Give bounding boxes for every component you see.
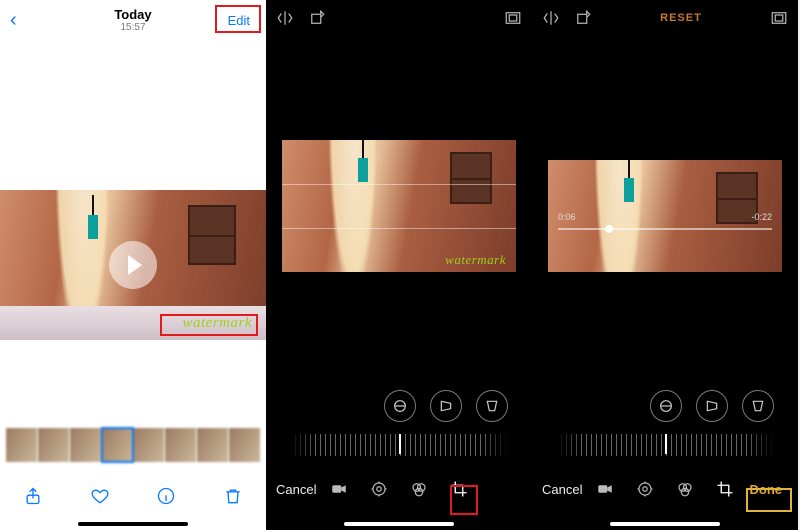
scene-arch xyxy=(594,160,644,272)
editor-bottom-toolbar: Cancel Done xyxy=(532,468,798,510)
share-icon[interactable] xyxy=(23,486,43,506)
reset-button[interactable]: RESET xyxy=(660,12,702,24)
info-icon[interactable] xyxy=(156,486,176,506)
perspective-h-button[interactable] xyxy=(696,390,728,422)
crop-stage: watermark xyxy=(266,140,532,290)
perspective-h-button[interactable] xyxy=(430,390,462,422)
rotate-icon[interactable] xyxy=(308,9,326,27)
aspect-icon[interactable] xyxy=(504,9,522,27)
cancel-button[interactable]: Cancel xyxy=(542,482,582,497)
heart-icon[interactable] xyxy=(90,486,110,506)
adjust-circle-row xyxy=(266,390,532,426)
angle-ruler[interactable] xyxy=(556,434,774,456)
crop-editor-screen: watermark Cancel xyxy=(266,0,532,530)
home-indicator[interactable] xyxy=(610,522,720,526)
crop-stage: 0:06 -0:22 xyxy=(532,160,798,310)
thumb[interactable] xyxy=(70,428,101,462)
cancel-button[interactable]: Cancel xyxy=(276,482,316,497)
thumb[interactable] xyxy=(165,428,196,462)
scene-arch xyxy=(328,140,378,272)
thumb[interactable] xyxy=(6,428,37,462)
crop-handle-br[interactable] xyxy=(502,258,516,272)
trash-icon[interactable] xyxy=(223,486,243,506)
filters-tab-icon[interactable] xyxy=(410,480,428,498)
video-scrubber[interactable]: 0:06 -0:22 xyxy=(558,228,772,230)
crop-frame[interactable]: watermark xyxy=(282,140,516,272)
crop-image[interactable] xyxy=(548,160,782,272)
thumb[interactable] xyxy=(197,428,228,462)
editor-tabs xyxy=(330,480,468,498)
header-title-wrap: Today 15:57 xyxy=(0,7,266,33)
play-button[interactable] xyxy=(109,241,157,289)
watermark-text: watermark xyxy=(445,252,506,268)
watermark-text: watermark xyxy=(183,315,253,332)
crop-tab-icon[interactable] xyxy=(450,480,468,498)
adjust-circle-row xyxy=(532,390,798,426)
editor-topbar xyxy=(266,0,532,36)
rotate-icon[interactable] xyxy=(574,9,592,27)
scene-lamp xyxy=(624,178,634,202)
straighten-button[interactable] xyxy=(384,390,416,422)
scrub-time-current: 0:06 xyxy=(558,212,576,222)
crop-frame[interactable]: 0:06 -0:22 xyxy=(548,160,782,272)
video-tab-icon[interactable] xyxy=(596,480,614,498)
header-title: Today xyxy=(0,7,266,22)
perspective-v-button[interactable] xyxy=(742,390,774,422)
video-preview[interactable]: watermark xyxy=(0,190,266,340)
aspect-icon[interactable] xyxy=(770,9,788,27)
perspective-v-button[interactable] xyxy=(476,390,508,422)
crop-handle-tl[interactable] xyxy=(548,160,562,174)
thumb[interactable] xyxy=(134,428,165,462)
photos-topbar: ‹ Today 15:57 Edit xyxy=(0,0,266,40)
thumb[interactable] xyxy=(229,428,260,462)
editor-topbar: RESET xyxy=(532,0,798,36)
editor-tabs xyxy=(596,480,734,498)
home-indicator[interactable] xyxy=(78,522,188,526)
thumb[interactable] xyxy=(38,428,69,462)
filters-tab-icon[interactable] xyxy=(676,480,694,498)
crop-handle-br[interactable] xyxy=(768,258,782,272)
crop-done-screen: RESET 0:06 -0:22 xyxy=(532,0,798,530)
done-button[interactable]: Done xyxy=(744,480,789,499)
scrub-time-remaining: -0:22 xyxy=(751,212,772,222)
photos-bottom-toolbar xyxy=(0,476,266,516)
photos-viewer-screen: ‹ Today 15:57 Edit watermark xyxy=(0,0,266,530)
crop-handle-tr[interactable] xyxy=(502,140,516,154)
scene-window xyxy=(188,205,236,265)
editor-bottom-toolbar: Cancel xyxy=(266,468,532,510)
crop-handle-tr[interactable] xyxy=(768,160,782,174)
crop-handle-tl[interactable] xyxy=(282,140,296,154)
scene-lamp xyxy=(358,158,368,182)
angle-ruler[interactable] xyxy=(290,434,508,456)
crop-tab-icon[interactable] xyxy=(716,480,734,498)
adjust-tab-icon[interactable] xyxy=(370,480,388,498)
header-subtitle: 15:57 xyxy=(0,22,266,33)
flip-icon[interactable] xyxy=(542,9,560,27)
ruler-marker[interactable] xyxy=(665,430,667,454)
crop-handle-bl[interactable] xyxy=(548,258,562,272)
thumbnail-filmstrip[interactable] xyxy=(0,428,266,462)
straighten-button[interactable] xyxy=(650,390,682,422)
ruler-marker[interactable] xyxy=(399,430,401,454)
home-indicator[interactable] xyxy=(344,522,454,526)
crop-handle-bl[interactable] xyxy=(282,258,296,272)
scene-lamp xyxy=(88,215,98,239)
adjust-tab-icon[interactable] xyxy=(636,480,654,498)
video-tab-icon[interactable] xyxy=(330,480,348,498)
scene-window xyxy=(450,152,492,204)
thumb-active[interactable] xyxy=(102,428,133,462)
flip-icon[interactable] xyxy=(276,9,294,27)
